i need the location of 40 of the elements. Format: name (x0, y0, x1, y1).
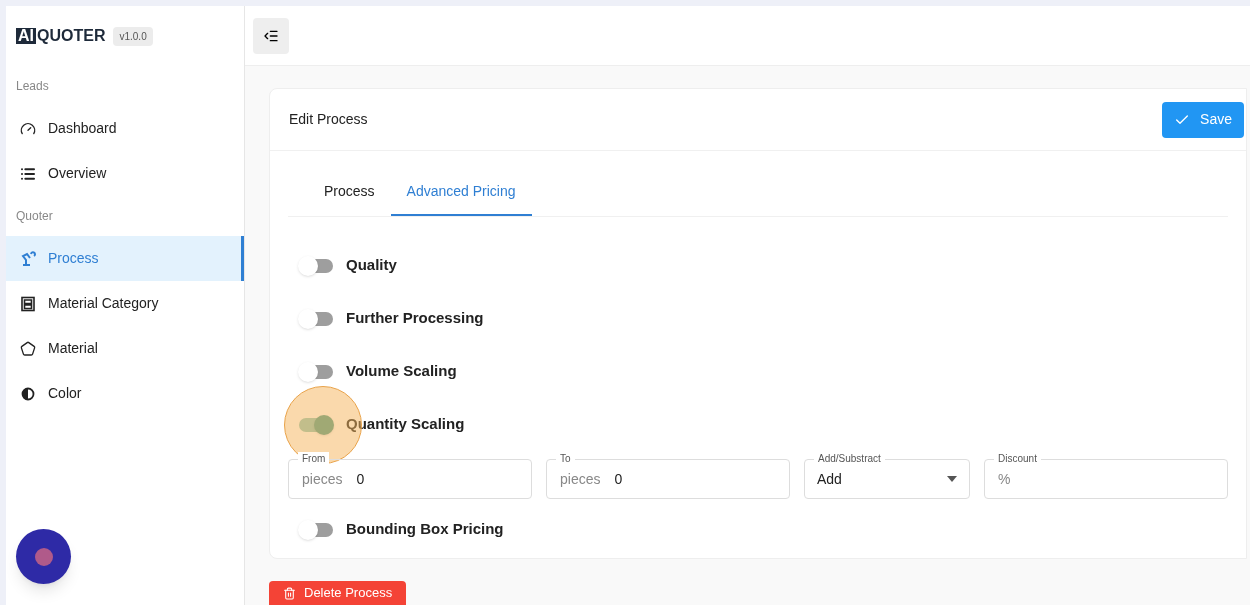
tab[interactable]: Advanced Pricing (390, 168, 532, 216)
logo: AI QUOTER (16, 28, 106, 44)
input-prefix: pieces (560, 469, 601, 489)
pentagon-icon (20, 340, 36, 357)
robot-arm-icon (20, 250, 36, 267)
version-badge: v1.0.0 (113, 26, 153, 46)
sidebar-item[interactable]: Dashboard (6, 106, 244, 151)
toggle-switch[interactable] (298, 308, 334, 329)
delete-button[interactable]: Delete Process (269, 581, 407, 605)
input-prefix: pieces (302, 469, 343, 489)
sidebar-item[interactable]: Overview (6, 151, 244, 196)
sidebar-item[interactable]: Material (6, 326, 244, 371)
list-icon (20, 165, 36, 182)
section-heading: Quoter (15, 208, 54, 225)
select-value: Add (817, 469, 842, 489)
option-label: Quality (346, 255, 397, 276)
toggle-switch[interactable] (298, 361, 334, 382)
option-label: Bounding Box Pricing (346, 519, 504, 540)
contrast-icon (20, 385, 36, 402)
chat-bubble-button[interactable] (16, 529, 71, 584)
card-title: Edit Process (289, 110, 368, 129)
toggle-switch[interactable] (298, 519, 334, 540)
input-value: 0 (356, 469, 365, 489)
option-label: Further Processing (346, 308, 484, 329)
sidebar-item[interactable]: Process (6, 236, 244, 281)
cabinet-icon (20, 295, 36, 312)
toggle-switch[interactable] (298, 255, 334, 276)
input-value: 0 (614, 469, 623, 489)
caret-icon (947, 476, 957, 482)
gauge-icon (20, 120, 36, 137)
input-prefix: % (998, 469, 1011, 489)
trash-icon (283, 586, 296, 600)
option-label: Volume Scaling (346, 361, 457, 382)
sidebar-item[interactable]: Material Category (6, 281, 244, 326)
field-label: From (298, 452, 330, 466)
tab[interactable]: Process (308, 168, 391, 216)
menu-collapse-button[interactable] (253, 17, 289, 54)
section-heading: Leads (15, 78, 50, 95)
sidebar-item[interactable]: Color (6, 371, 244, 416)
toggle-switch[interactable] (298, 414, 334, 435)
